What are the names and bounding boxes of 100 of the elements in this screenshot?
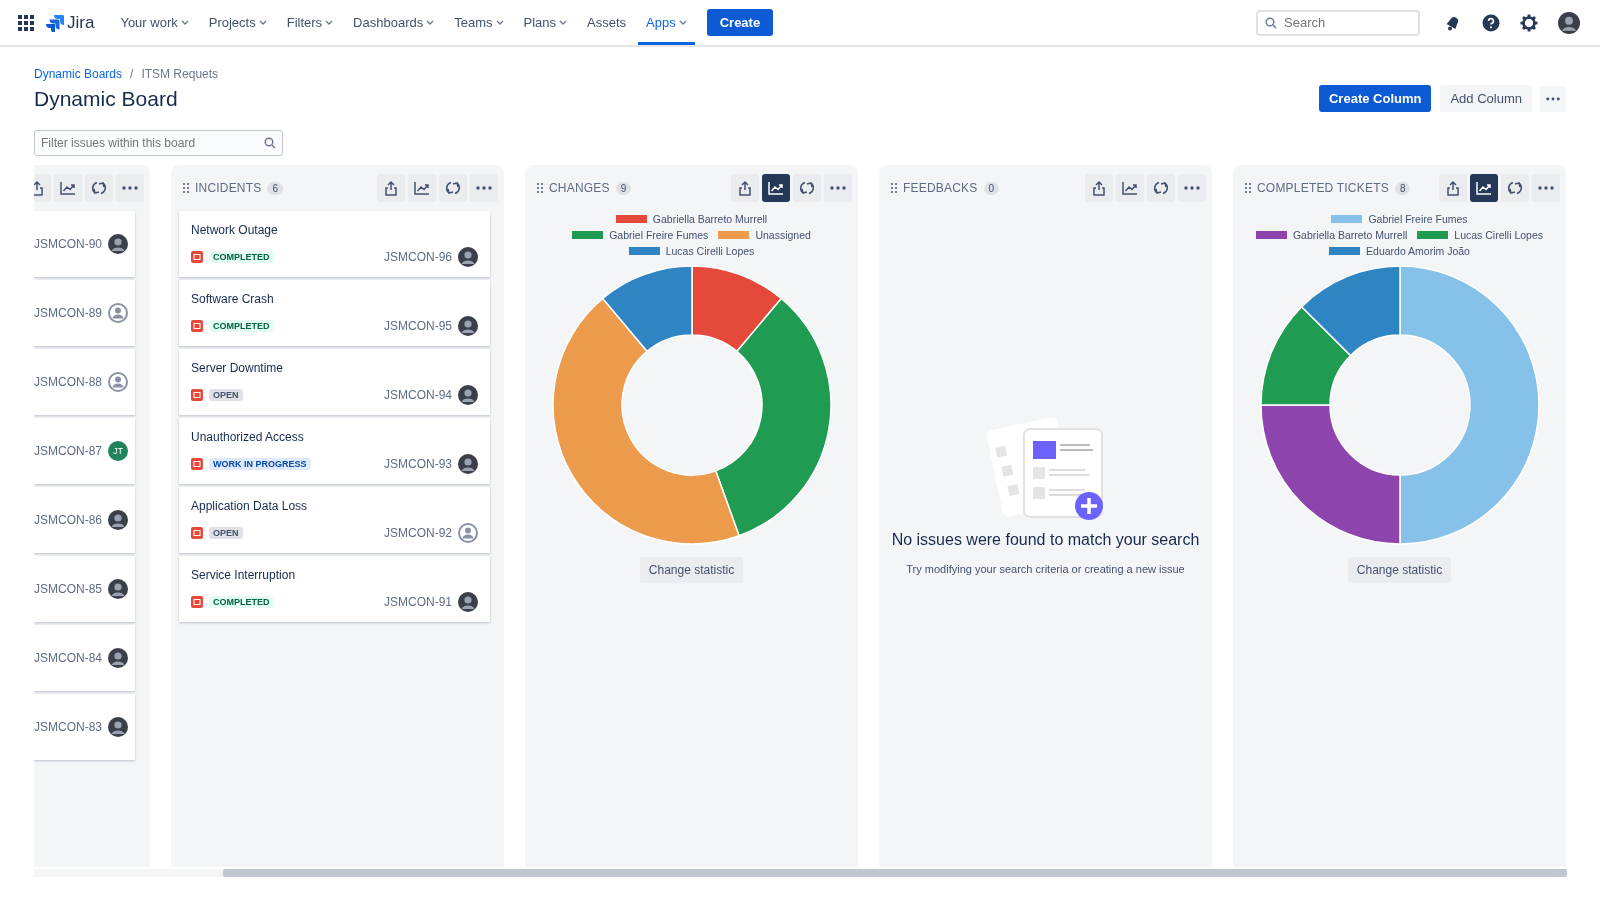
nav-menu-item[interactable]: Filters: [278, 0, 342, 45]
issue-card[interactable]: JSMCON-84: [34, 625, 135, 691]
column-title: COMPLETED TICKETS: [1257, 181, 1389, 195]
issue-card[interactable]: Server Downtime OPEN JSMCON-94: [179, 349, 490, 415]
breadcrumb-link[interactable]: Dynamic Boards: [34, 67, 123, 81]
issue-type-icon: [191, 320, 203, 332]
issue-count: 6: [267, 181, 284, 195]
issue-title: Service Interruption: [191, 568, 297, 582]
issue-key: JSMCON-89: [34, 306, 102, 320]
chart-view-button[interactable]: [762, 174, 790, 202]
refresh-button[interactable]: [793, 174, 821, 202]
user-avatar-icon: [458, 592, 478, 612]
export-button[interactable]: [377, 174, 405, 202]
add-column-button[interactable]: Add Column: [1440, 85, 1532, 112]
issue-card[interactable]: JSMCON-87 JT: [34, 418, 135, 484]
issue-key: JSMCON-85: [34, 582, 102, 596]
legend-swatch: [1331, 215, 1363, 223]
more-icon: [476, 186, 492, 190]
nav-menu-item[interactable]: Apps: [638, 0, 695, 45]
issue-card[interactable]: Software Crash COMPLETED JSMCON-95: [179, 280, 490, 346]
search-icon: [264, 137, 276, 149]
user-avatar-icon: [458, 385, 478, 405]
help-icon[interactable]: [1482, 13, 1500, 32]
refresh-button[interactable]: [1501, 174, 1529, 202]
filter-field[interactable]: Filter issues within this board: [34, 130, 283, 156]
settings-icon[interactable]: [1520, 13, 1538, 32]
status-lozenge: OPEN: [209, 389, 243, 401]
create-button[interactable]: Create: [706, 9, 774, 36]
refresh-button[interactable]: [85, 174, 113, 202]
issue-card[interactable]: JSMCON-88: [34, 349, 135, 415]
share-icon: [1092, 180, 1106, 196]
page-title: Dynamic Board: [34, 86, 179, 111]
issue-card[interactable]: JSMCON-89: [34, 280, 135, 346]
refresh-icon: [445, 180, 461, 196]
user-avatar-icon: [108, 717, 128, 737]
drag-handle-icon: [1245, 183, 1251, 193]
chart-view-button[interactable]: [1116, 174, 1144, 202]
user-avatar-icon[interactable]: [1558, 11, 1580, 34]
issue-key: JSMCON-90: [34, 237, 102, 251]
legend-swatch: [1417, 231, 1449, 239]
chart-view-button[interactable]: [54, 174, 82, 202]
refresh-icon: [1153, 180, 1169, 196]
legend-swatch: [1329, 247, 1361, 255]
issue-key: JSMCON-86: [34, 513, 102, 527]
issue-card[interactable]: Network Outage COMPLETED JSMCON-96: [179, 211, 490, 277]
legend-label: Eduardo Amorim João: [1366, 245, 1470, 257]
legend-swatch: [718, 231, 750, 239]
refresh-button[interactable]: [1147, 174, 1175, 202]
nav-menu-item[interactable]: Plans: [515, 0, 576, 45]
issue-key: JSMCON-92: [384, 526, 452, 540]
jira-logo-icon: [46, 13, 64, 32]
product-name[interactable]: Jira: [67, 12, 95, 33]
status-lozenge: COMPLETED: [209, 596, 274, 608]
app-grid-icon[interactable]: [18, 14, 34, 31]
refresh-icon: [799, 180, 815, 196]
chart-view-button[interactable]: [408, 174, 436, 202]
legend-swatch: [615, 215, 647, 223]
line-chart-icon: [1476, 181, 1492, 195]
issue-card[interactable]: JSMCON-86: [34, 487, 135, 553]
nav-menu-item[interactable]: Your work: [112, 0, 197, 45]
issue-card[interactable]: JSMCON-85: [34, 556, 135, 622]
issue-type-icon: [191, 251, 203, 263]
legend-label: Lucas Cirelli Lopes: [1454, 229, 1544, 241]
change-statistic-button[interactable]: Change statistic: [639, 557, 744, 583]
breadcrumb-link[interactable]: ITSM Requets: [141, 67, 219, 81]
status-lozenge: OPEN: [209, 527, 243, 539]
issue-card[interactable]: JSMCON-90: [34, 211, 135, 277]
issue-card[interactable]: Unauthorized Access WORK IN PROGRESS JSMCON-93: [179, 418, 490, 484]
export-button[interactable]: [731, 174, 759, 202]
legend-swatch: [628, 247, 660, 255]
legend-label: Gabriel Freire Fumes: [609, 229, 709, 241]
status-lozenge: COMPLETED: [209, 320, 274, 332]
nav-menu-item[interactable]: Dashboards: [345, 0, 443, 45]
more-icon: [1546, 96, 1560, 101]
issue-type-icon: [191, 389, 203, 401]
more-icon: [1538, 186, 1554, 190]
chart-view-button[interactable]: [1470, 174, 1498, 202]
search-field[interactable]: Search: [1256, 9, 1420, 36]
more-actions-button[interactable]: [1540, 85, 1566, 112]
more-icon: [1184, 186, 1200, 190]
export-button[interactable]: [1439, 174, 1467, 202]
export-button[interactable]: [1085, 174, 1113, 202]
search-icon: [1265, 16, 1277, 29]
issue-card[interactable]: Application Data Loss OPEN JSMCON-92: [179, 487, 490, 553]
issue-card[interactable]: Service Interruption COMPLETED JSMCON-91: [179, 556, 490, 622]
nav-menu-item[interactable]: Teams: [446, 0, 512, 45]
nav-menu-item[interactable]: Assets: [579, 0, 635, 45]
refresh-button[interactable]: [439, 174, 467, 202]
change-statistic-button[interactable]: Change statistic: [1347, 557, 1452, 583]
create-column-button[interactable]: Create Column: [1319, 85, 1432, 112]
horizontal-scrollbar[interactable]: [34, 869, 1567, 877]
nav-menu-item[interactable]: Projects: [200, 0, 275, 45]
drag-handle-icon: [891, 183, 897, 193]
legend-swatch: [572, 231, 604, 239]
user-avatar-icon: [108, 579, 128, 599]
issue-key: JSMCON-83: [34, 720, 102, 734]
issue-card[interactable]: JSMCON-83: [34, 694, 135, 760]
refresh-icon: [1507, 180, 1523, 196]
share-icon: [738, 180, 752, 196]
status-lozenge: WORK IN PROGRESS: [209, 458, 311, 470]
